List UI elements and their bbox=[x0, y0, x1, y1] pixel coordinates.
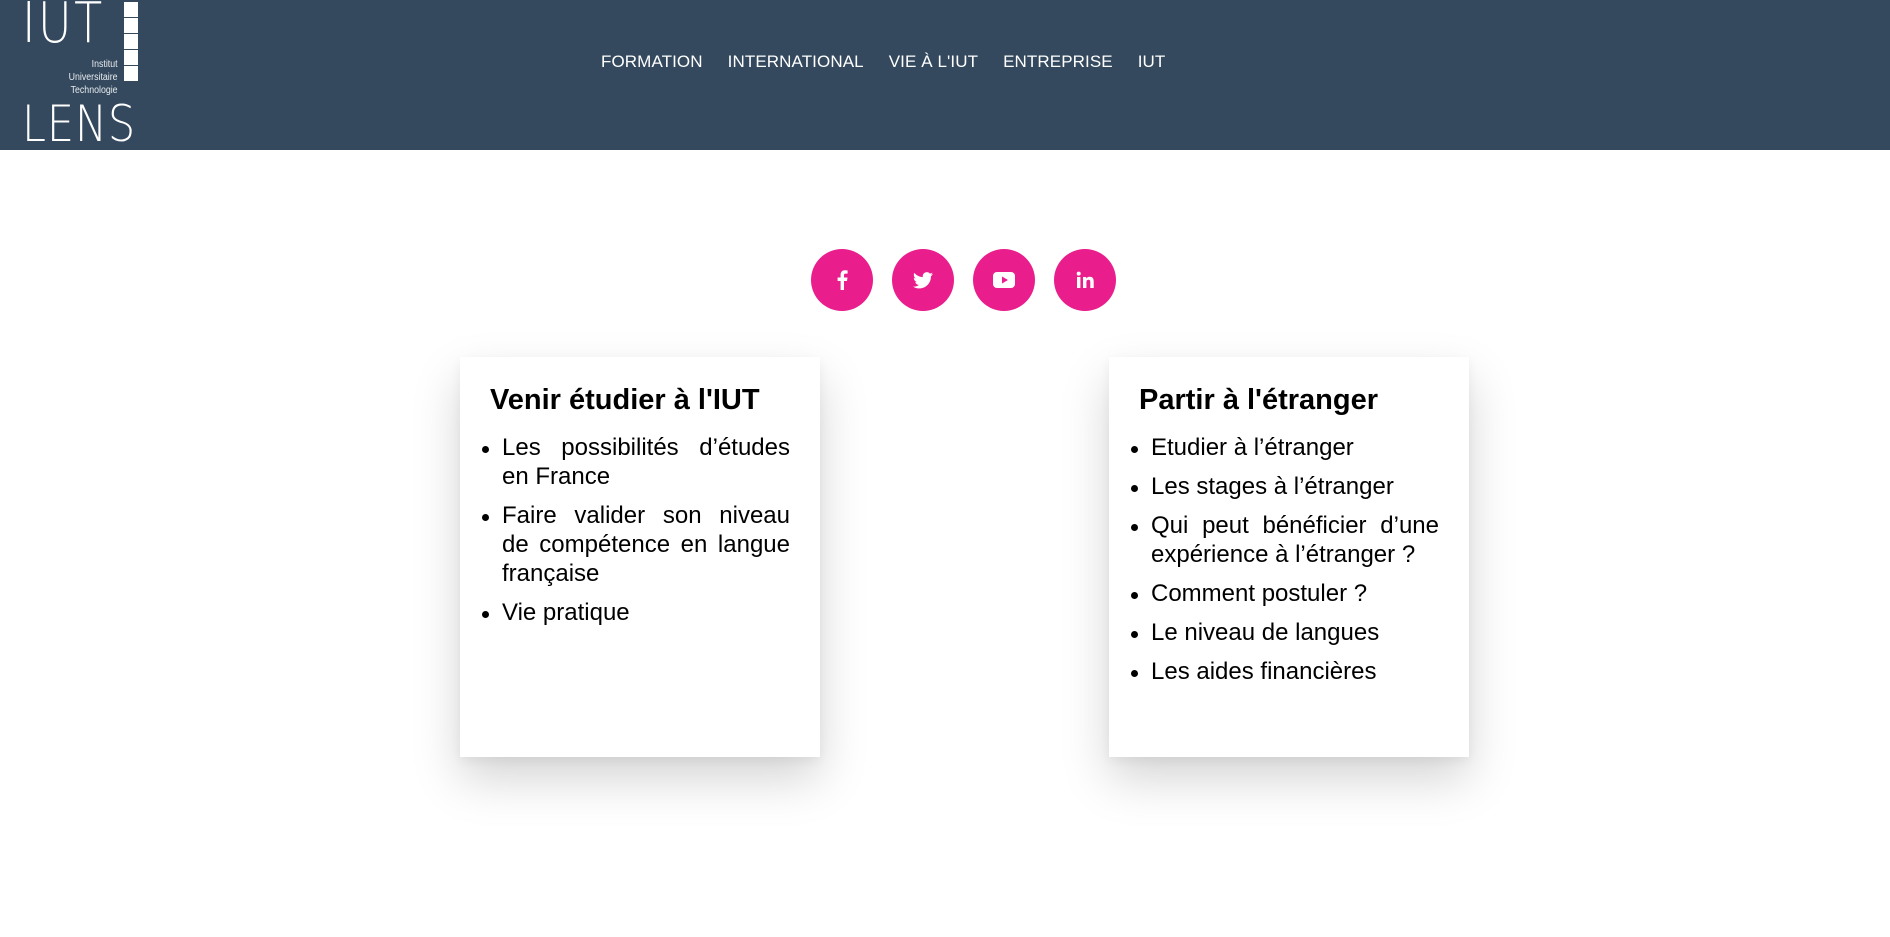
youtube-button[interactable] bbox=[973, 249, 1035, 311]
nav-item-entreprise[interactable]: ENTREPRISE bbox=[1003, 52, 1113, 72]
youtube-icon bbox=[993, 272, 1015, 288]
list-item[interactable]: Faire valider son niveau de compétence e… bbox=[482, 501, 790, 588]
twitter-icon bbox=[913, 271, 933, 288]
list-item[interactable]: Les aides financières bbox=[1131, 657, 1439, 686]
card-link-list: Etudier à l’étranger Les stages à l’étra… bbox=[1131, 433, 1439, 686]
card-link-list: Les possibilités d’études en France Fair… bbox=[482, 433, 790, 627]
iut-lens-logo[interactable]: IUT Institut Universitaire Technologie L… bbox=[22, 0, 142, 153]
card-partir-etranger: Partir à l'étranger Etudier à l’étranger… bbox=[1109, 357, 1469, 757]
logo-iut-text: IUT bbox=[22, 0, 105, 56]
linkedin-button[interactable] bbox=[1054, 249, 1116, 311]
main-nav: FORMATION INTERNATIONAL VIE À L'IUT ENTR… bbox=[601, 52, 1190, 72]
list-item[interactable]: Etudier à l’étranger bbox=[1131, 433, 1439, 462]
facebook-icon bbox=[837, 270, 848, 290]
linkedin-icon bbox=[1076, 271, 1094, 288]
twitter-button[interactable] bbox=[892, 249, 954, 311]
list-item[interactable]: Les possibilités d’études en France bbox=[482, 433, 790, 491]
nav-item-vie-iut[interactable]: VIE À L'IUT bbox=[889, 52, 978, 72]
list-item[interactable]: Les stages à l’étranger bbox=[1131, 472, 1439, 501]
nav-item-iut[interactable]: IUT bbox=[1138, 52, 1166, 72]
card-title: Venir étudier à l'IUT bbox=[490, 384, 760, 416]
list-item[interactable]: Comment postuler ? bbox=[1131, 579, 1439, 608]
logo-bars-graphic bbox=[124, 2, 140, 82]
nav-item-international[interactable]: INTERNATIONAL bbox=[728, 52, 864, 72]
logo-lens-text: LENS bbox=[22, 95, 137, 153]
site-header: IUT Institut Universitaire Technologie L… bbox=[0, 0, 1890, 150]
card-venir-etudier: Venir étudier à l'IUT Les possibilités d… bbox=[460, 357, 820, 757]
social-links bbox=[811, 249, 1135, 311]
list-item[interactable]: Vie pratique bbox=[482, 598, 790, 627]
list-item[interactable]: Qui peut bénéficier d’une expérience à l… bbox=[1131, 511, 1439, 569]
facebook-button[interactable] bbox=[811, 249, 873, 311]
nav-item-formation[interactable]: FORMATION bbox=[601, 52, 703, 72]
logo-subtitle: Institut Universitaire Technologie bbox=[69, 59, 118, 96]
list-item[interactable]: Le niveau de langues bbox=[1131, 618, 1439, 647]
card-title: Partir à l'étranger bbox=[1139, 384, 1378, 416]
